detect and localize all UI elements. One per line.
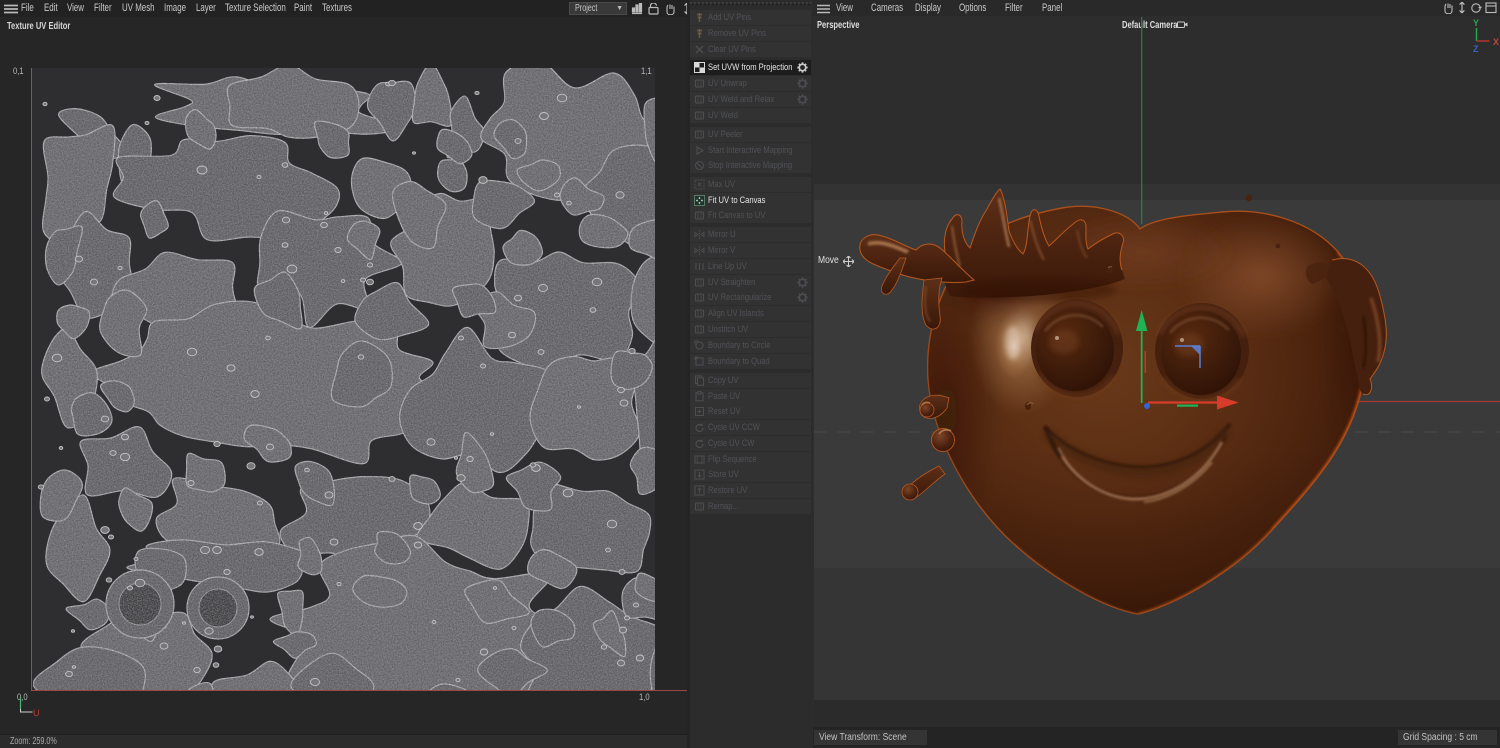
- svg-text:U: U: [33, 708, 40, 718]
